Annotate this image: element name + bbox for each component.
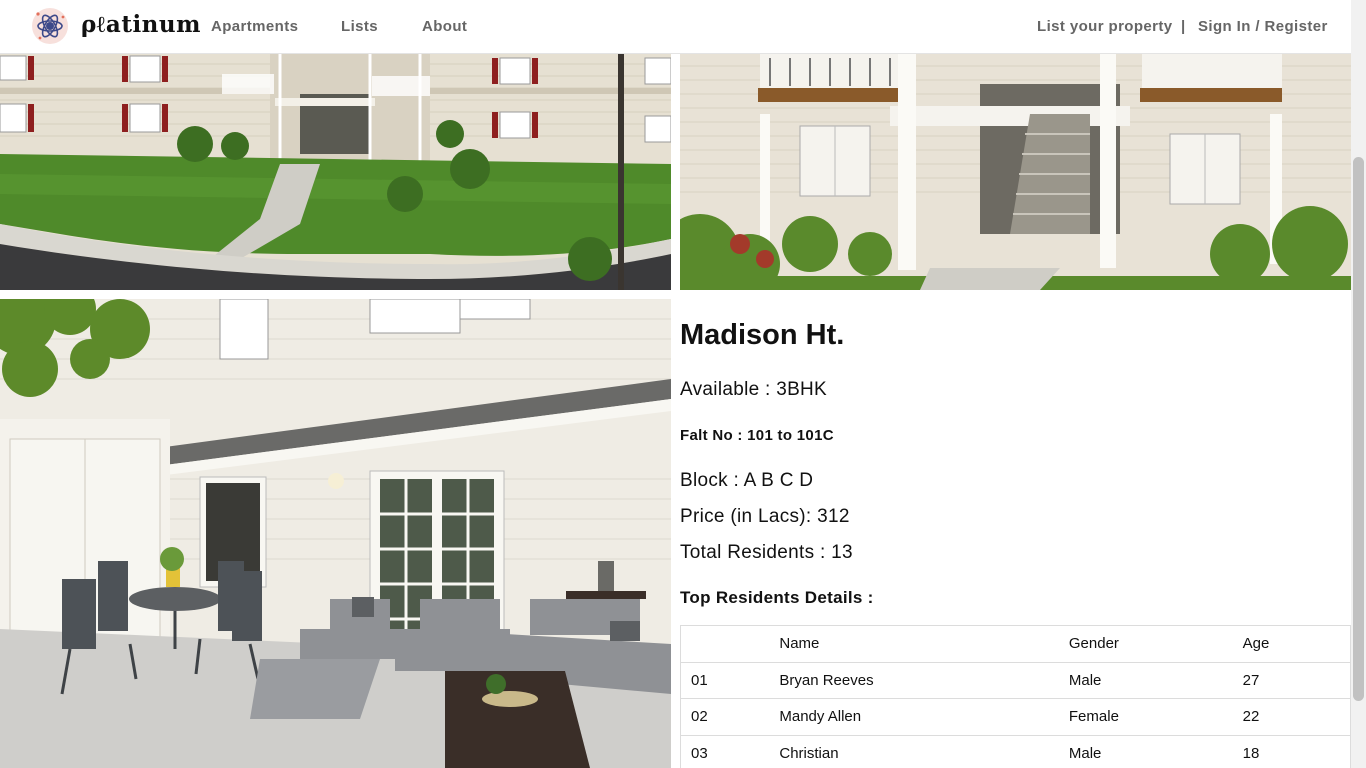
- scrollbar-thumb[interactable]: [1353, 157, 1364, 701]
- apartment-photo-entrance: [680, 54, 1351, 290]
- block-text: Block : A B C D: [680, 470, 814, 491]
- price-text: Price (in Lacs): 312: [680, 506, 850, 527]
- table-cell: 18: [1232, 734, 1351, 768]
- sign-in-register-link[interactable]: Sign In / Register: [1198, 18, 1328, 35]
- list-property-link[interactable]: List your property: [1037, 18, 1173, 35]
- apartment-photo-patio: [0, 299, 671, 768]
- availability-text: Available : 3BHK: [680, 379, 828, 400]
- table-header-cell: Age: [1232, 625, 1351, 662]
- top-navbar: ρℓatinum Apartments Lists About List you…: [0, 0, 1351, 54]
- table-cell: Male: [1058, 734, 1233, 768]
- table-cell: 27: [1232, 661, 1351, 699]
- table-cell: 03: [680, 734, 770, 768]
- table-header-cell: Name: [769, 625, 1059, 662]
- table-cell: 22: [1232, 698, 1351, 735]
- table-row: 03 Christian Male 18: [680, 734, 1351, 768]
- table-cell: Bryan Reeves: [769, 661, 1059, 699]
- total-residents-text: Total Residents : 13: [680, 542, 853, 563]
- table-cell: Christian: [769, 734, 1059, 768]
- table-row: 02 Mandy Allen Female 22: [680, 698, 1351, 735]
- nav-separator: |: [1181, 18, 1186, 35]
- top-residents-heading: Top Residents Details :: [680, 588, 874, 607]
- table-header-cell: Gender: [1058, 625, 1233, 662]
- property-title: Madison Ht.: [680, 319, 845, 351]
- atom-icon[interactable]: [32, 8, 68, 44]
- nav-lists-link[interactable]: Lists: [341, 18, 378, 35]
- nav-about-link[interactable]: About: [422, 18, 467, 35]
- flat-number-text: Falt No : 101 to 101C: [680, 427, 834, 444]
- apartment-photo-courtyard: [0, 54, 671, 290]
- nav-apartments-link[interactable]: Apartments: [211, 18, 298, 35]
- page-scrollbar[interactable]: [1351, 0, 1366, 768]
- table-cell: 02: [680, 698, 770, 735]
- table-cell: 01: [680, 661, 770, 699]
- table-header-cell: [680, 625, 770, 662]
- table-header-row: Name Gender Age: [680, 625, 1351, 662]
- table-row: 01 Bryan Reeves Male 27: [680, 661, 1351, 699]
- residents-table: Name Gender Age 01 Bryan Reeves Male 27 …: [680, 625, 1351, 768]
- table-cell: Female: [1058, 698, 1233, 735]
- brand-name[interactable]: ρℓatinum: [81, 11, 201, 38]
- table-cell: Male: [1058, 661, 1233, 699]
- table-cell: Mandy Allen: [769, 698, 1059, 735]
